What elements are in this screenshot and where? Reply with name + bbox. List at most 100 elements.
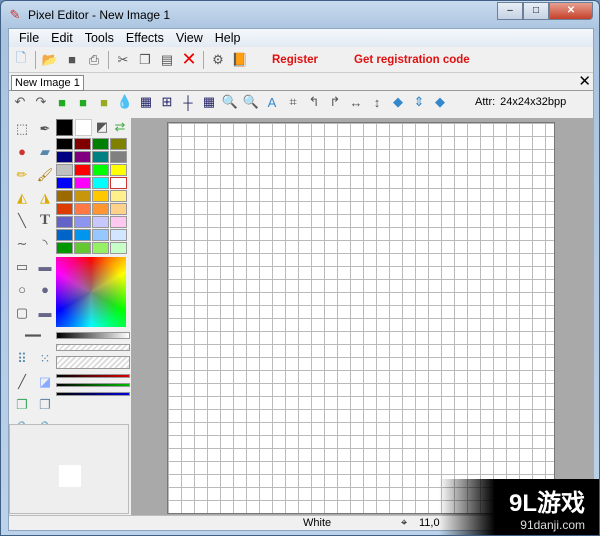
layer-2-icon[interactable]: ■ (75, 94, 91, 110)
cut-icon[interactable]: ✂ (115, 52, 131, 68)
palette-swatch[interactable] (110, 229, 127, 241)
palette-swatch[interactable] (110, 242, 127, 254)
gradient-icon[interactable]: ◪ (34, 372, 56, 391)
palette-swatch[interactable] (92, 190, 109, 202)
open-folder-icon[interactable]: 📂 (42, 52, 58, 68)
fill-icon[interactable]: ◭ (11, 188, 33, 207)
save-icon[interactable]: ■ (64, 52, 80, 68)
curve-icon[interactable]: ∼ (11, 234, 33, 253)
menu-view[interactable]: View (170, 29, 209, 47)
line-width-icon[interactable]: ━━ (11, 326, 55, 345)
palette-swatch[interactable] (56, 203, 73, 215)
menu-edit[interactable]: Edit (45, 29, 79, 47)
undo-icon[interactable]: ↶ (12, 94, 28, 110)
spray-icon[interactable]: ⁙ (34, 349, 56, 368)
paste-icon[interactable]: ▤ (159, 52, 175, 68)
palette-swatch[interactable] (110, 164, 127, 176)
zoom-actual-icon[interactable]: A (264, 94, 280, 110)
layers-icon[interactable]: ❐ (11, 395, 33, 414)
palette-swatch[interactable] (74, 138, 91, 150)
palette-swatch[interactable] (56, 229, 73, 241)
maximize-button[interactable]: □ (523, 2, 549, 20)
layer-icon[interactable]: ■ (54, 94, 70, 110)
menu-file[interactable]: File (13, 29, 45, 47)
zoom-out-icon[interactable]: 🔍 (243, 94, 259, 110)
new-file-icon[interactable]: 🗋 (13, 50, 29, 68)
arc-icon[interactable]: ◝ (34, 234, 56, 253)
shift-right-icon[interactable]: ◆ (432, 94, 448, 110)
red-slider[interactable] (56, 374, 130, 378)
color-picker-wheel[interactable] (56, 257, 126, 327)
filled-rectangle-icon[interactable]: ▬ (34, 257, 56, 276)
palette-swatch[interactable] (56, 151, 73, 163)
palette-swatch[interactable] (110, 138, 127, 150)
pencil-icon[interactable]: ✏ (11, 165, 33, 184)
palette-swatch[interactable] (92, 151, 109, 163)
print-icon[interactable]: ⎙ (86, 52, 102, 68)
eraser-icon[interactable]: ▰ (34, 142, 56, 161)
fill-bucket-icon[interactable]: ◮ (34, 188, 56, 207)
close-tab-icon[interactable]: ✕ (578, 72, 591, 90)
menu-tools[interactable]: Tools (79, 29, 120, 47)
transparency-drop-icon[interactable]: 💧 (117, 94, 133, 110)
shift-up-down-icon[interactable]: ⇕ (411, 94, 427, 110)
menu-effects[interactable]: Effects (120, 29, 170, 47)
blue-slider[interactable] (56, 392, 130, 396)
brightness-slider[interactable] (56, 332, 130, 339)
color-replace-icon[interactable]: ● (11, 142, 33, 161)
layer-3-icon[interactable]: ■ (96, 94, 112, 110)
palette-swatch[interactable] (74, 229, 91, 241)
palette-swatch[interactable] (74, 151, 91, 163)
grid-large-icon[interactable]: ⊞ (159, 94, 175, 110)
palette-swatch[interactable] (56, 242, 73, 254)
palette-swatch[interactable] (92, 242, 109, 254)
palette-swatch[interactable] (74, 190, 91, 202)
default-colors-icon[interactable]: ◩ (94, 119, 110, 135)
alpha-slider[interactable] (56, 344, 130, 351)
rotate-left-icon[interactable]: ↰ (306, 94, 322, 110)
palette-swatch[interactable] (56, 164, 73, 176)
layers-2-icon[interactable]: ❐ (34, 395, 56, 414)
filled-ellipse-icon[interactable]: ● (34, 280, 56, 299)
rounded-rect-icon[interactable]: ▢ (11, 303, 33, 322)
text-icon[interactable]: T (34, 211, 56, 230)
palette-swatch[interactable] (74, 164, 91, 176)
palette-swatch[interactable] (92, 138, 109, 150)
palette-swatch[interactable] (110, 151, 127, 163)
flip-horizontal-icon[interactable]: ↔ (348, 94, 364, 110)
flip-vertical-icon[interactable]: ↕ (369, 94, 385, 110)
palette-swatch[interactable] (56, 216, 73, 228)
minimize-button[interactable]: – (497, 2, 523, 20)
line-icon[interactable]: ╲ (11, 211, 33, 230)
tile-icon[interactable]: ▦ (201, 94, 217, 110)
select-rect-icon[interactable]: ⬚ (11, 119, 33, 138)
palette-swatch[interactable] (74, 177, 91, 189)
palette-swatch[interactable] (74, 216, 91, 228)
brush-icon[interactable]: 🖌 (34, 165, 56, 184)
foreground-color[interactable] (56, 119, 73, 136)
zoom-in-icon[interactable]: 🔍 (222, 94, 238, 110)
ellipse-icon[interactable]: ○ (11, 280, 33, 299)
tab-new-image-1[interactable]: New Image 1 (11, 75, 84, 91)
palette-swatch[interactable] (110, 216, 127, 228)
get-registration-code-link[interactable]: Get registration code (354, 54, 470, 66)
menu-help[interactable]: Help (209, 29, 247, 47)
copy-icon[interactable]: ❐ (137, 52, 153, 68)
pixel-grid-canvas[interactable] (167, 122, 555, 514)
palette-swatch[interactable] (56, 190, 73, 202)
book-icon[interactable]: 📙 (232, 52, 248, 68)
shift-left-icon[interactable]: ◆ (390, 94, 406, 110)
pattern-selector[interactable] (56, 356, 130, 369)
grid-icon[interactable]: ▦ (138, 94, 154, 110)
antialias-line-icon[interactable]: ╱ (11, 372, 33, 391)
delete-icon[interactable]: ✕ (181, 49, 197, 69)
palette-swatch[interactable] (56, 177, 73, 189)
close-button[interactable]: ✕ (549, 2, 593, 20)
palette-swatch[interactable] (110, 190, 127, 202)
palette-swatch[interactable] (92, 177, 109, 189)
rotate-right-icon[interactable]: ↱ (327, 94, 343, 110)
rectangle-icon[interactable]: ▭ (11, 257, 33, 276)
register-link[interactable]: Register (272, 54, 318, 66)
palette-swatch[interactable] (74, 203, 91, 215)
palette-swatch[interactable] (92, 216, 109, 228)
